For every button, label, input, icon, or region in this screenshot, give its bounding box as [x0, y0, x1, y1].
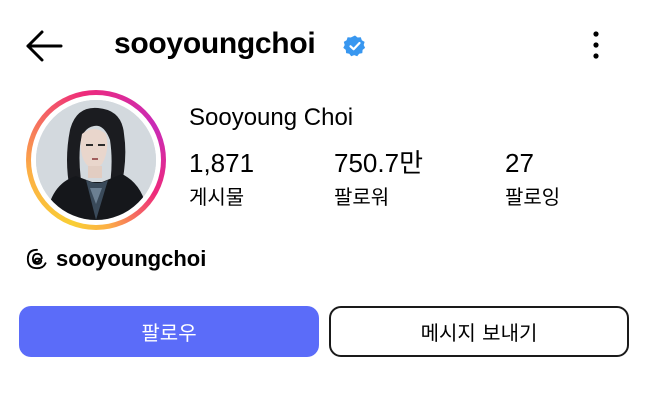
- verified-badge-icon: [343, 35, 366, 57]
- profile-photo: [36, 100, 156, 220]
- followers-count: 750.7만: [334, 148, 423, 178]
- threads-handle: sooyoungchoi: [56, 246, 207, 271]
- posts-stat[interactable]: 1,871 게시물: [189, 146, 254, 212]
- threads-link[interactable]: sooyoungchoi: [26, 244, 206, 274]
- posts-count: 1,871: [189, 148, 255, 178]
- posts-label: 게시물: [189, 185, 245, 209]
- more-vertical-icon[interactable]: [584, 28, 608, 62]
- message-button[interactable]: 메시지 보내기: [329, 306, 629, 357]
- profile-page: sooyoungchoi Sooyoung Choi 1,871 게시물 750…: [0, 0, 648, 400]
- follow-button[interactable]: 팔로우: [19, 306, 319, 357]
- story-ring[interactable]: [26, 90, 166, 230]
- threads-icon: [26, 248, 47, 270]
- following-stat[interactable]: 27 팔로잉: [505, 146, 560, 212]
- avatar[interactable]: [36, 100, 156, 220]
- followers-stat[interactable]: 750.7만 팔로워: [334, 146, 423, 212]
- profile-username-title: sooyoungchoi: [114, 27, 316, 60]
- display-name: Sooyoung Choi: [189, 104, 354, 131]
- arrow-left-icon[interactable]: [24, 28, 64, 64]
- following-label: 팔로잉: [505, 185, 561, 209]
- followers-label: 팔로워: [334, 185, 390, 209]
- following-count: 27: [505, 148, 534, 178]
